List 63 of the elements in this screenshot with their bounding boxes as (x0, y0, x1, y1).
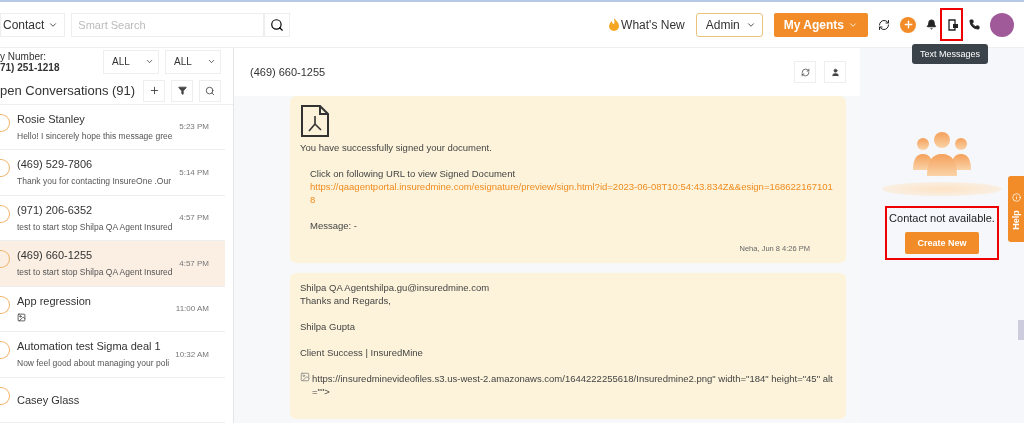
message-preview: Thank you for contacting InsureOne .Our (17, 176, 173, 187)
message-text: Client Success | InsuredMine (300, 346, 424, 359)
message-preview: test to start stop Shilpa QA Agent Insured (17, 221, 174, 232)
refresh-button[interactable] (794, 61, 816, 83)
refresh-icon (800, 67, 810, 77)
search-button[interactable] (199, 79, 221, 102)
message-text: Message: - (309, 219, 358, 232)
scrollbar-thumb[interactable] (1018, 320, 1024, 340)
contact-name: Casey Glass (17, 393, 81, 406)
filter-dropdown[interactable]: ALL (103, 49, 159, 74)
message-text: Shilpa QA Agentshilpa.gu@insuredmine.com (300, 281, 491, 294)
contact-name: Automation test Sigma deal 1 (17, 340, 162, 353)
flame-icon (609, 18, 620, 31)
plus-icon (148, 85, 160, 97)
message-time: 4:57 PM (179, 258, 209, 268)
people-icon (911, 130, 973, 176)
broken-image-icon (300, 372, 310, 382)
contact-name: Rosie Stanley (17, 112, 86, 125)
bell-icon[interactable] (926, 19, 937, 30)
chat-title: (469) 660-1255 (250, 66, 327, 78)
phone-number: 71) 251-1218 (0, 61, 61, 73)
search-icon (270, 17, 285, 32)
message-time: 11:00 AM (175, 304, 209, 314)
text-messages-icon[interactable] (947, 18, 959, 31)
filter-icon (177, 86, 187, 96)
user-icon (830, 67, 840, 77)
tooltip: Text Messages (911, 44, 988, 64)
message-preview: test to start stop Shilpa QA Agent Insured (17, 267, 174, 278)
phone-icon[interactable] (969, 19, 980, 30)
whats-new-link[interactable]: What's New (609, 17, 685, 32)
plus-icon (902, 19, 914, 30)
search-scope-dropdown[interactable]: Contact (0, 12, 66, 37)
conversation-item[interactable]: (469) 660-1255 test to start stop Shilpa QA Agent Insured 4:57 PM (0, 241, 225, 287)
search-field[interactable]: Smart Search (71, 12, 265, 37)
search-icon (205, 85, 215, 96)
add-button[interactable] (143, 79, 165, 102)
refresh-icon[interactable] (878, 18, 890, 31)
contact-name: (469) 660-1255 (17, 249, 94, 262)
message-text: Click on following URL to view Signed Document (309, 167, 517, 180)
message-preview: Now feel good about managing your poli (17, 358, 171, 369)
empty-message: Contact not available. (889, 212, 995, 224)
message-time: 5:23 PM (179, 122, 209, 132)
message-time: 5:14 PM (179, 167, 209, 177)
message-text: You have successfully signed your document. (300, 141, 493, 154)
message-text: Shilpa Gupta (300, 320, 356, 333)
panel-title: pen Conversations (91) (0, 83, 137, 99)
message-time: 4:57 PM (179, 213, 209, 223)
contact-name: (971) 206-6352 (17, 203, 94, 216)
filter-button[interactable] (171, 79, 193, 102)
contact-button[interactable] (824, 61, 846, 83)
contact-name: (469) 529-7806 (17, 158, 94, 171)
filter-dropdown[interactable]: ALL (165, 49, 221, 74)
message-text: Thanks and Regards, (300, 294, 392, 307)
image-alt-text: https://insuredminevideofiles.s3.us-west-2.amazonaws.com/1644222255618/Insuredmine2.png" width="184" height="45" alt=""> (312, 372, 834, 398)
search-button[interactable] (264, 12, 291, 37)
contact-name: App regression (17, 295, 92, 308)
user-avatar[interactable] (990, 12, 1014, 37)
role-dropdown[interactable]: Admin (695, 12, 763, 37)
message-preview: Hello! I sincerely hope this message gree (17, 130, 174, 141)
number-label: y Number: (0, 50, 48, 62)
pdf-icon (300, 104, 330, 138)
message-time: 10:32 AM (175, 349, 209, 359)
info-icon (1011, 193, 1021, 202)
